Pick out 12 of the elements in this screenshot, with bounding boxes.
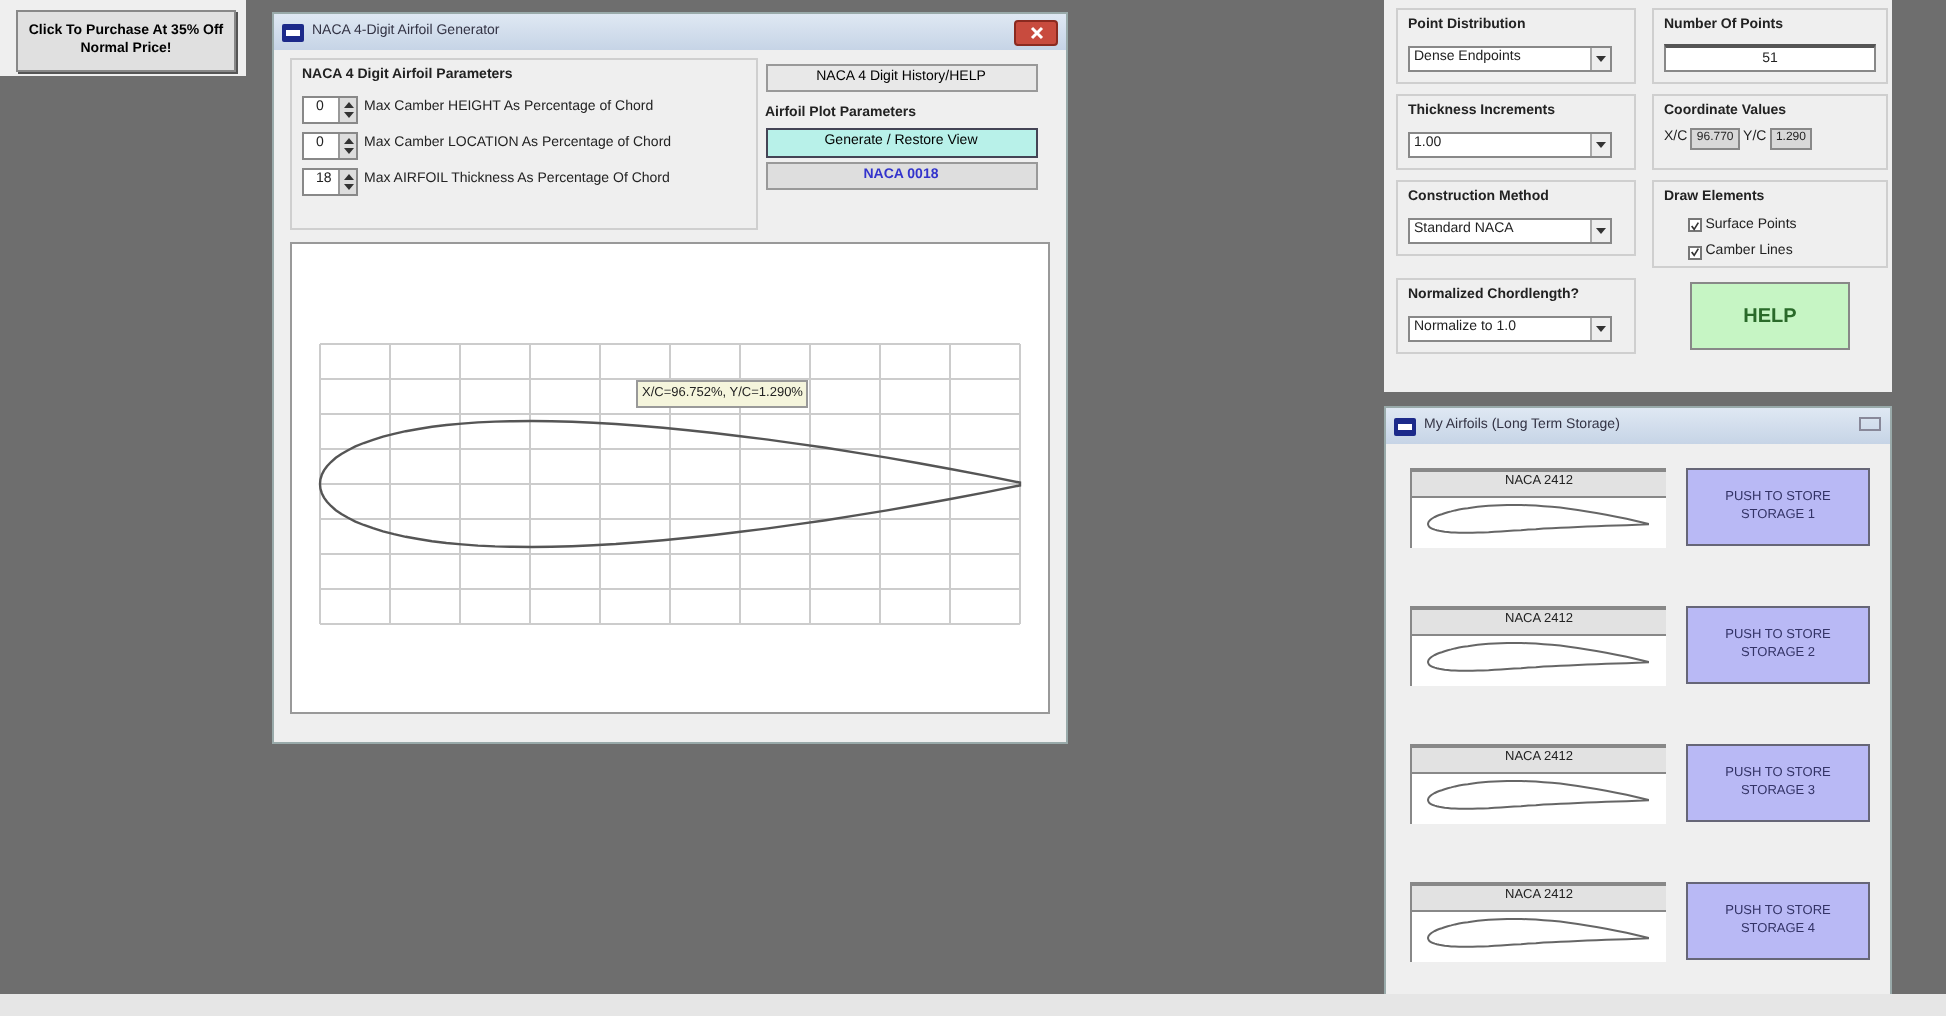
restore-icon[interactable] — [1858, 415, 1882, 432]
app-icon — [282, 23, 304, 41]
help-button[interactable]: HELP — [1690, 282, 1850, 350]
spin-arrows-icon[interactable] — [340, 97, 358, 121]
close-button[interactable] — [1014, 19, 1058, 45]
spin-arrows-icon[interactable] — [340, 133, 358, 157]
close-icon — [1029, 25, 1043, 39]
checkbox[interactable] — [1688, 218, 1702, 233]
window-button[interactable] — [1858, 415, 1882, 437]
spin-arrows-icon[interactable] — [340, 169, 358, 193]
checkbox[interactable] — [1688, 245, 1702, 260]
app-icon — [1394, 417, 1416, 435]
